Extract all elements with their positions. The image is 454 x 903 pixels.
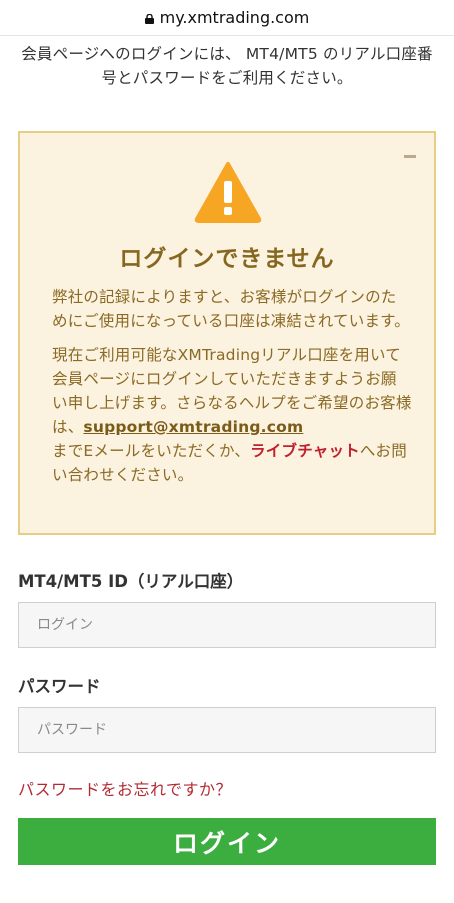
warning-triangle-icon — [194, 162, 262, 223]
collapse-icon[interactable] — [404, 155, 416, 158]
url-text: my.xmtrading.com — [159, 8, 310, 27]
alert-paragraph-2: 現在ご利用可能なXMTradingリアル口座を用いて会員ページにログインしていた… — [52, 343, 412, 487]
lock-icon — [144, 13, 154, 24]
login-page: my.xmtrading.com 会員ページへのログインには、 MT4/MT5 … — [0, 0, 454, 903]
intro-text: 会員ページへのログインには、 MT4/MT5 のリアル口座番号とパスワードをご利… — [21, 45, 433, 87]
alert-body: 弊社の記録によりますと、お客様がログインのためにご使用になっている口座は凍結され… — [52, 285, 412, 497]
live-chat-link[interactable]: ライブチャット — [250, 442, 360, 460]
alert-text-part-2: までEメールをいただくか、 — [52, 442, 251, 460]
alert-paragraph-1: 弊社の記録によりますと、お客様がログインのためにご使用になっている口座は凍結され… — [52, 288, 411, 330]
password-label: パスワード — [18, 677, 101, 696]
browser-url-bar[interactable]: my.xmtrading.com — [0, 0, 454, 36]
password-input[interactable] — [18, 707, 436, 753]
alert-title: ログインできません — [119, 246, 335, 272]
login-id-input[interactable] — [18, 602, 436, 648]
login-error-alert: ログインできません 弊社の記録によりますと、お客様がログインのためにご使用になっ… — [18, 131, 436, 535]
forgot-password-link[interactable]: パスワードをお忘れですか？ — [18, 776, 232, 800]
login-id-label: MT4/MT5 ID（リアル口座） — [18, 572, 244, 591]
support-email-link[interactable]: support@xmtrading.com — [83, 418, 303, 436]
login-button[interactable]: ログイン — [18, 818, 436, 865]
